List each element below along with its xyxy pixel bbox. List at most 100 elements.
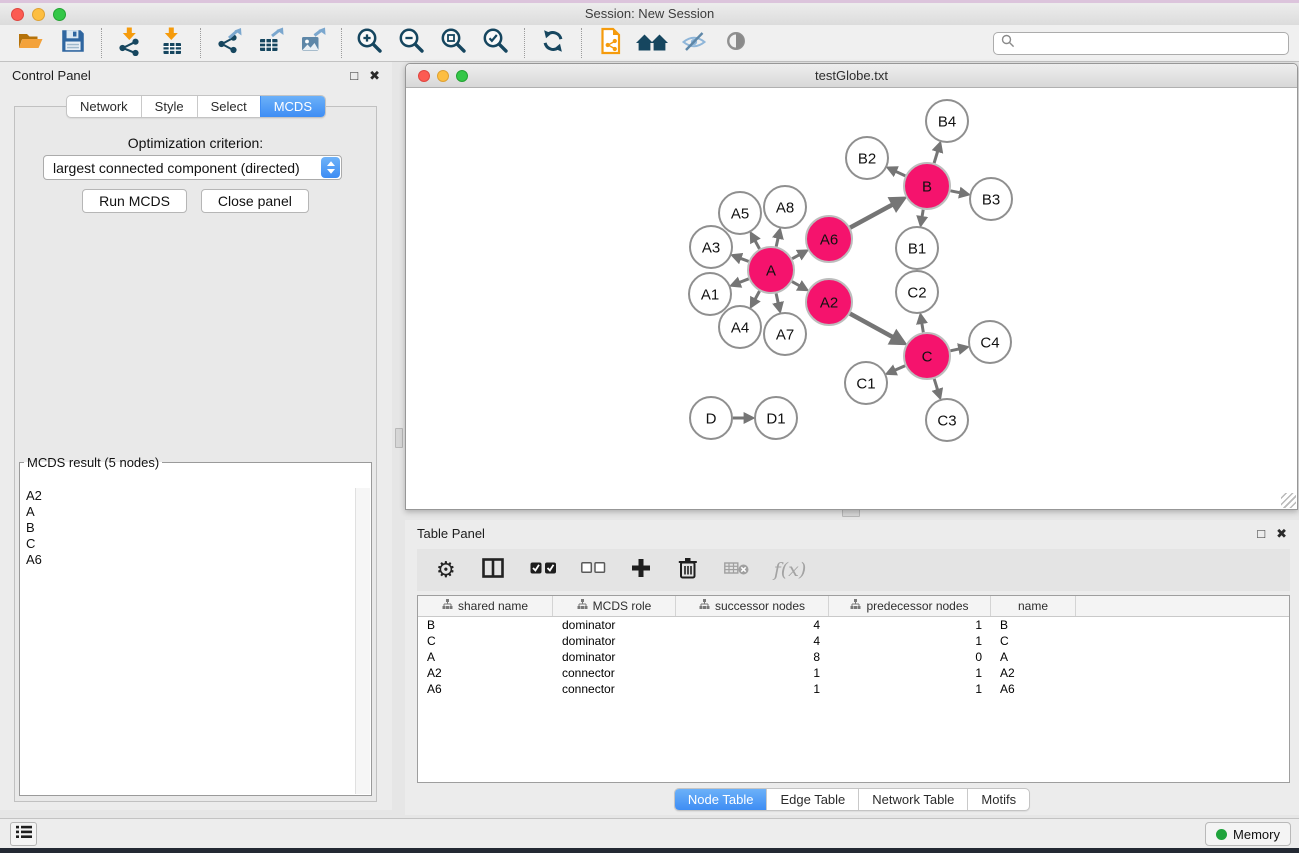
network-canvas[interactable]: B4B2BB3A5A8A6B1A3AC2A1A2A4A7C4CC1C3DD1	[406, 89, 1297, 509]
export-table-button[interactable]	[250, 27, 292, 59]
mcds-result-list[interactable]: A2ABCA6	[21, 488, 355, 794]
graph-node-D1[interactable]: D1	[755, 397, 797, 439]
network-window-titlebar[interactable]: testGlobe.txt	[406, 64, 1297, 88]
float-panel-icon[interactable]: □	[350, 69, 358, 82]
graph-node-C1[interactable]: C1	[845, 362, 887, 404]
tab-style[interactable]: Style	[141, 96, 197, 117]
graph-node-A1[interactable]: A1	[689, 273, 731, 315]
edge-A-A7[interactable]	[776, 293, 778, 303]
delete-table-button[interactable]	[724, 560, 750, 581]
graph-node-C3[interactable]: C3	[926, 399, 968, 441]
edge-A-A3[interactable]	[740, 258, 749, 261]
close-panel-button[interactable]: Close panel	[201, 189, 309, 213]
function-builder-button[interactable]: f(x)	[774, 559, 807, 581]
tab-network[interactable]: Network	[67, 96, 141, 117]
graph-node-B4[interactable]: B4	[926, 100, 968, 142]
first-neighbors-button[interactable]	[631, 27, 673, 59]
tab-node-table[interactable]: Node Table	[675, 789, 767, 810]
mcds-result-item[interactable]: B	[21, 520, 355, 536]
open-file-button[interactable]	[10, 27, 52, 59]
edge-B-B3[interactable]	[951, 191, 961, 193]
edge-A-A1[interactable]	[739, 279, 749, 283]
edge-A-A5[interactable]	[755, 240, 760, 249]
graph-node-A7[interactable]: A7	[764, 313, 806, 355]
graph-node-C[interactable]: C	[904, 333, 950, 379]
zoom-fit-button[interactable]	[433, 27, 475, 59]
tab-mcds[interactable]: MCDS	[260, 96, 325, 117]
graph-node-C4[interactable]: C4	[969, 321, 1011, 363]
delete-row-button[interactable]	[676, 556, 700, 585]
float-panel-icon[interactable]: □	[1257, 527, 1265, 540]
show-all-button[interactable]	[715, 27, 757, 59]
run-mcds-button[interactable]: Run MCDS	[82, 189, 187, 213]
column-header-mcds-role[interactable]: MCDS role	[553, 596, 676, 616]
zoom-selected-button[interactable]	[475, 27, 517, 59]
graph-node-B3[interactable]: B3	[970, 178, 1012, 220]
graph-node-B1[interactable]: B1	[896, 227, 938, 269]
hide-selected-button[interactable]	[673, 27, 715, 59]
graph-node-A6[interactable]: A6	[806, 216, 852, 262]
graph-node-A8[interactable]: A8	[764, 186, 806, 228]
edge-A6-B[interactable]	[850, 204, 893, 227]
search-field[interactable]	[993, 32, 1289, 55]
import-network-button[interactable]	[109, 27, 151, 59]
graph-node-A2[interactable]: A2	[806, 279, 852, 325]
graph-node-A4[interactable]: A4	[719, 306, 761, 348]
table-settings-button[interactable]: ⚙	[436, 559, 456, 581]
table-row[interactable]: Adominator80A	[418, 649, 1289, 665]
edge-A-A6[interactable]	[792, 255, 800, 259]
graph-node-A5[interactable]: A5	[719, 192, 761, 234]
task-history-button[interactable]	[10, 822, 37, 846]
edge-C-C3[interactable]	[934, 379, 938, 390]
memory-button[interactable]: Memory	[1205, 822, 1291, 846]
add-row-button[interactable]	[630, 557, 652, 584]
edge-A2-C[interactable]	[850, 314, 894, 338]
edge-C-C4[interactable]	[950, 349, 959, 351]
close-traffic-light[interactable]	[418, 70, 430, 82]
tab-motifs[interactable]: Motifs	[967, 789, 1029, 810]
graph-node-A[interactable]: A	[748, 247, 794, 293]
save-session-button[interactable]	[52, 27, 94, 59]
search-input[interactable]	[1020, 36, 1281, 51]
column-header-name[interactable]: name	[991, 596, 1076, 616]
close-panel-icon[interactable]: ✖	[1276, 527, 1287, 540]
window-resize-grip[interactable]	[1281, 493, 1296, 508]
zoom-in-button[interactable]	[349, 27, 391, 59]
zoom-traffic-light[interactable]	[456, 70, 468, 82]
edge-C-C1[interactable]	[895, 366, 906, 371]
table-row[interactable]: A2connector11A2	[418, 665, 1289, 681]
mcds-result-scrollbar[interactable]	[355, 488, 370, 794]
tab-select[interactable]: Select	[197, 96, 260, 117]
edge-A-A4[interactable]	[755, 291, 760, 300]
deselect-all-button[interactable]	[581, 561, 606, 579]
edge-B-B2[interactable]	[895, 171, 905, 176]
mcds-result-item[interactable]: A6	[21, 552, 355, 568]
network-graph[interactable]: B4B2BB3A5A8A6B1A3AC2A1A2A4A7C4CC1C3DD1	[406, 89, 1297, 509]
graph-node-B[interactable]: B	[904, 163, 950, 209]
mcds-result-item[interactable]: A	[21, 504, 355, 520]
edge-C-C2[interactable]	[922, 323, 924, 333]
column-header-shared-name[interactable]: shared name	[418, 596, 553, 616]
graph-node-D[interactable]: D	[690, 397, 732, 439]
tab-edge-table[interactable]: Edge Table	[766, 789, 858, 810]
minimize-traffic-light[interactable]	[437, 70, 449, 82]
mcds-result-item[interactable]: C	[21, 536, 355, 552]
edge-A-A2[interactable]	[792, 282, 800, 286]
horizontal-divider-grip[interactable]	[842, 509, 860, 517]
show-columns-button[interactable]	[480, 555, 506, 586]
column-header-successor-nodes[interactable]: successor nodes	[676, 596, 829, 616]
select-all-button[interactable]	[530, 561, 557, 580]
vertical-divider-grip[interactable]	[395, 428, 403, 448]
zoom-traffic-light[interactable]	[53, 8, 66, 21]
mcds-result-item[interactable]: A2	[21, 488, 355, 504]
column-header-predecessor-nodes[interactable]: predecessor nodes	[829, 596, 991, 616]
minimize-traffic-light[interactable]	[32, 8, 45, 21]
close-panel-icon[interactable]: ✖	[369, 69, 380, 82]
main-titlebar[interactable]: Session: New Session	[0, 3, 1299, 25]
graph-node-B2[interactable]: B2	[846, 137, 888, 179]
edge-B-B1[interactable]	[922, 210, 923, 218]
table-row[interactable]: A6connector11A6	[418, 681, 1289, 697]
import-table-button[interactable]	[151, 27, 193, 59]
optimization-criterion-dropdown[interactable]: largest connected component (directed)	[43, 155, 342, 180]
table-row[interactable]: Bdominator41B	[418, 617, 1289, 633]
